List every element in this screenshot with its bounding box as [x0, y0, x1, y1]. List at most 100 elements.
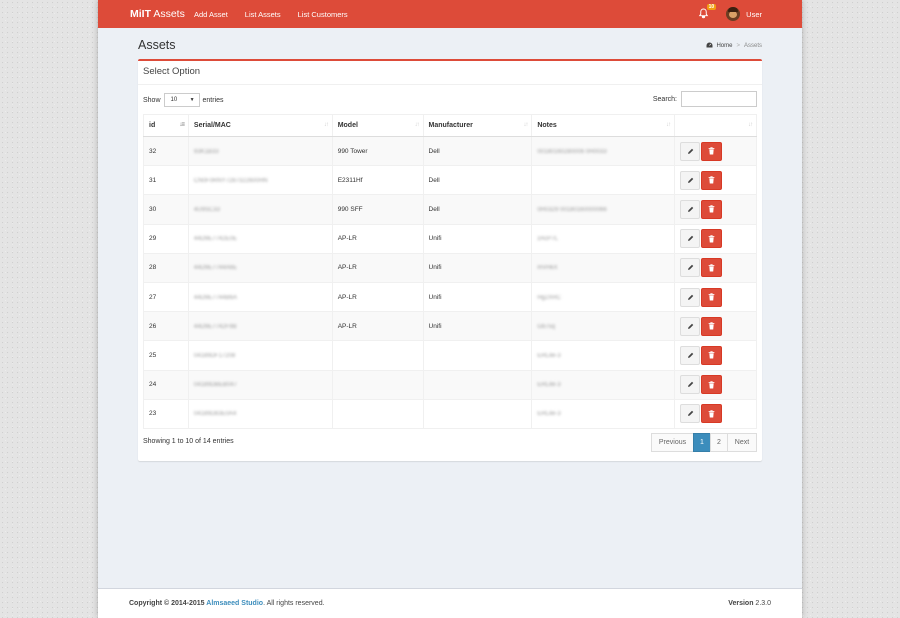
- cell-notes-text: ERLite-3: [537, 411, 561, 418]
- table-row: 26 44D9E7742F9B AP-LR Unifi Gb7sq: [143, 311, 757, 342]
- table-row: 24 04189DBEB047 ERLite-3: [143, 369, 757, 400]
- cell-notes-text: mVHkX: [537, 265, 558, 272]
- cell-serial-text: 4U9SC33: [193, 206, 220, 213]
- table-row: 29 44D9E7742E0E AP-LR Unifi zAcP7L: [143, 223, 757, 254]
- showing-info: Showing 1 to 10 of 14 entries: [143, 438, 234, 445]
- pencil-icon: [687, 352, 693, 358]
- edit-button[interactable]: [680, 404, 701, 424]
- trash-icon: [708, 293, 715, 301]
- cell-model: AP-LR: [331, 311, 424, 342]
- delete-button[interactable]: [701, 199, 723, 219]
- breadcrumb-current: Assets: [743, 43, 762, 49]
- cell-notes: [531, 165, 676, 196]
- logo[interactable]: MiIT Assets: [98, 8, 194, 20]
- col-notes[interactable]: Notes ↓↑: [531, 114, 676, 137]
- delete-button[interactable]: [701, 229, 723, 249]
- footer-version: Version 2.3.0: [728, 600, 771, 607]
- sort-icon: ↓↑: [666, 122, 671, 128]
- col-model[interactable]: Model ↓↑: [331, 114, 424, 137]
- edit-button[interactable]: [680, 345, 701, 365]
- nav-list-customers[interactable]: List Customers: [298, 10, 348, 19]
- delete-button[interactable]: [701, 258, 723, 278]
- cell-serial: 93K1B33: [187, 135, 333, 167]
- pagination-previous[interactable]: Previous: [651, 433, 694, 452]
- cell-notes: 0H0329 00180160000066: [531, 194, 676, 225]
- cell-actions: [674, 194, 757, 225]
- user-menu[interactable]: User: [746, 10, 762, 19]
- edit-button[interactable]: [680, 287, 701, 307]
- cell-notes: 00180160280006 0H0033: [531, 135, 676, 167]
- cell-manufacturer-text: Unifi: [428, 264, 442, 272]
- row-actions: [680, 199, 756, 219]
- trash-icon: [708, 205, 715, 214]
- cell-id: 27: [143, 281, 189, 313]
- edit-button[interactable]: [680, 199, 701, 219]
- cell-serial: 44D9E7742E0E: [187, 223, 333, 254]
- search-input[interactable]: [681, 91, 757, 107]
- row-actions: [680, 229, 756, 249]
- nav-list-assets[interactable]: List Assets: [245, 10, 281, 19]
- trash-icon: [708, 147, 715, 155]
- user-avatar[interactable]: [726, 7, 741, 21]
- pencil-icon: [687, 411, 693, 417]
- dashboard-icon: [706, 42, 713, 50]
- delete-button[interactable]: [701, 287, 723, 307]
- edit-button[interactable]: [680, 258, 701, 278]
- cell-manufacturer: Unifi: [422, 311, 533, 342]
- cell-serial-text: 44D9E7744B6A: [193, 294, 237, 301]
- edit-button[interactable]: [680, 229, 701, 249]
- cell-id-text: 31: [149, 176, 157, 184]
- cell-id: 24: [143, 369, 189, 400]
- cell-id-text: 23: [149, 410, 157, 418]
- nav-add-asset[interactable]: Add Asset: [194, 10, 228, 19]
- table-row: 27 44D9E7744B6A AP-LR Unifi Hg2XRC: [143, 281, 757, 313]
- col-actions[interactable]: ↓↑: [674, 114, 757, 137]
- delete-button[interactable]: [701, 141, 723, 161]
- edit-button[interactable]: [680, 316, 701, 336]
- breadcrumb-home[interactable]: Home: [716, 43, 732, 49]
- col-manufacturer[interactable]: Manufacturer ↓↑: [422, 114, 533, 137]
- cell-model-text: AP-LR: [337, 235, 357, 243]
- table-row: 25 04189DF17208 ERLite-3: [143, 340, 757, 371]
- col-serial[interactable]: Serial/MAC ↓↑: [187, 114, 333, 137]
- footer-studio-link[interactable]: Almsaeed Studio: [206, 600, 263, 607]
- notification-badge: 10: [706, 4, 717, 10]
- pagination-next[interactable]: Next: [727, 433, 757, 452]
- cell-id: 28: [143, 252, 189, 283]
- cell-notes: mVHkX: [531, 252, 676, 283]
- cell-actions: [674, 398, 757, 429]
- entries-select[interactable]: 10 ▼: [163, 93, 200, 107]
- cell-actions: [674, 311, 757, 342]
- row-actions: [680, 375, 756, 395]
- cell-manufacturer-text: Dell: [428, 147, 440, 155]
- pagination-page-2[interactable]: 2: [710, 433, 728, 452]
- entries-label: entries: [202, 96, 224, 104]
- trash-icon: [708, 264, 715, 272]
- cell-actions: [674, 252, 757, 283]
- notifications-button[interactable]: 10: [698, 4, 717, 20]
- pagination-page-1[interactable]: 1: [693, 433, 711, 452]
- table-controls: Show 10 ▼ entries Search:: [138, 85, 762, 113]
- box-title: Select Option: [138, 61, 762, 85]
- delete-button[interactable]: [701, 170, 723, 190]
- row-actions: [680, 345, 756, 365]
- cell-model: 990 Tower: [331, 135, 424, 167]
- cell-manufacturer: Unifi: [422, 223, 533, 254]
- chevron-down-icon: ▼: [189, 97, 195, 103]
- cell-serial-text: 44D9E7742F9B: [193, 323, 237, 330]
- cell-serial: 4U9SC33: [187, 194, 333, 225]
- show-entries: Show 10 ▼ entries: [143, 93, 224, 107]
- edit-button[interactable]: [680, 141, 701, 161]
- edit-button[interactable]: [680, 375, 701, 395]
- edit-button[interactable]: [680, 170, 701, 190]
- assets-table: id ↓≡ Serial/MAC ↓↑ Model ↓↑ Manufacturer ↓↑…: [143, 114, 757, 429]
- delete-button[interactable]: [701, 316, 723, 336]
- table-row: 30 4U9SC33 990 SFF Dell 0H0329 0018016000006…: [143, 194, 757, 225]
- delete-button[interactable]: [701, 404, 723, 424]
- table-row: 23 04189D83E0A4 ERLite-3: [143, 398, 757, 429]
- delete-button[interactable]: [701, 375, 723, 395]
- pencil-icon: [687, 177, 693, 183]
- col-id[interactable]: id ↓≡: [143, 114, 189, 137]
- cell-manufacturer-text: Dell: [428, 205, 440, 213]
- delete-button[interactable]: [701, 345, 723, 365]
